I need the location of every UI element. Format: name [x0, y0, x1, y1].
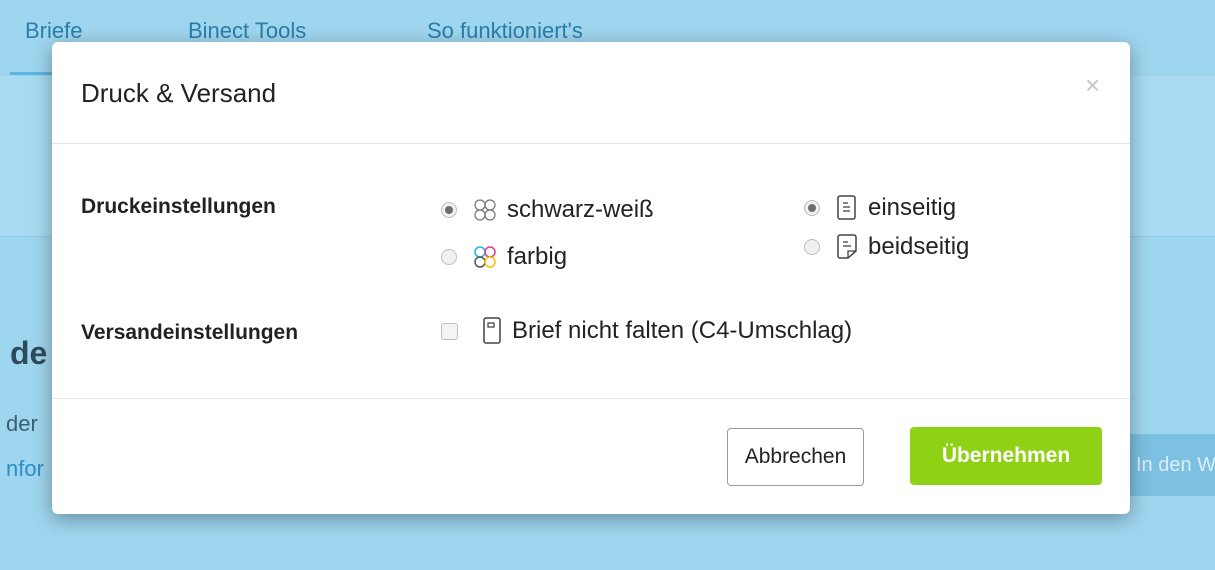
option-label-black-white: schwarz-weiß	[507, 196, 654, 223]
print-shipping-dialog: Druck & Versand × Druckeinstellungen sch…	[52, 42, 1130, 514]
dialog-title: Druck & Versand	[81, 78, 277, 108]
shipping-settings-label: Versandeinstellungen	[81, 321, 299, 344]
color-circles-icon	[474, 246, 496, 268]
grayscale-circles-icon	[474, 199, 496, 221]
radio-single-sided[interactable]	[804, 200, 820, 216]
option-label-single-sided: einseitig	[868, 194, 957, 221]
background-cart-button[interactable]: In den W	[1128, 434, 1215, 496]
nav-item-briefe[interactable]: Briefe	[25, 18, 82, 44]
apply-button[interactable]: Übernehmen	[910, 427, 1102, 485]
nav-item-so-funktionierts[interactable]: So funktioniert's	[427, 18, 583, 44]
radio-double-sided[interactable]	[804, 239, 820, 255]
background-text: der	[6, 411, 38, 436]
dialog-header: Druck & Versand ×	[52, 42, 1130, 144]
envelope-c4-icon	[483, 317, 501, 344]
background-link[interactable]: nfor	[6, 456, 44, 482]
cancel-button[interactable]: Abbrechen	[727, 428, 864, 486]
double-sided-page-icon	[837, 234, 857, 259]
radio-black-white[interactable]	[441, 202, 457, 218]
radio-option-black-white[interactable]: schwarz-weiß	[441, 196, 654, 224]
background-heading: de	[10, 335, 48, 371]
single-sided-page-icon	[837, 195, 856, 220]
close-icon[interactable]: ×	[1085, 70, 1100, 101]
option-label-color: farbig	[507, 243, 568, 270]
checkbox-option-no-fold[interactable]: Brief nicht falten (C4-Umschlag)	[441, 316, 852, 346]
radio-color[interactable]	[441, 249, 457, 265]
option-label-double-sided: beidseitig	[868, 233, 970, 260]
checkbox-no-fold[interactable]	[441, 322, 458, 340]
print-settings-label: Druckeinstellungen	[81, 195, 276, 218]
option-label-no-fold: Brief nicht falten (C4-Umschlag)	[512, 317, 853, 344]
radio-option-single-sided[interactable]: einseitig	[804, 194, 956, 222]
nav-item-binect-tools[interactable]: Binect Tools	[188, 18, 306, 44]
radio-option-double-sided[interactable]: beidseitig	[804, 233, 969, 261]
radio-option-color[interactable]: farbig	[441, 243, 567, 271]
